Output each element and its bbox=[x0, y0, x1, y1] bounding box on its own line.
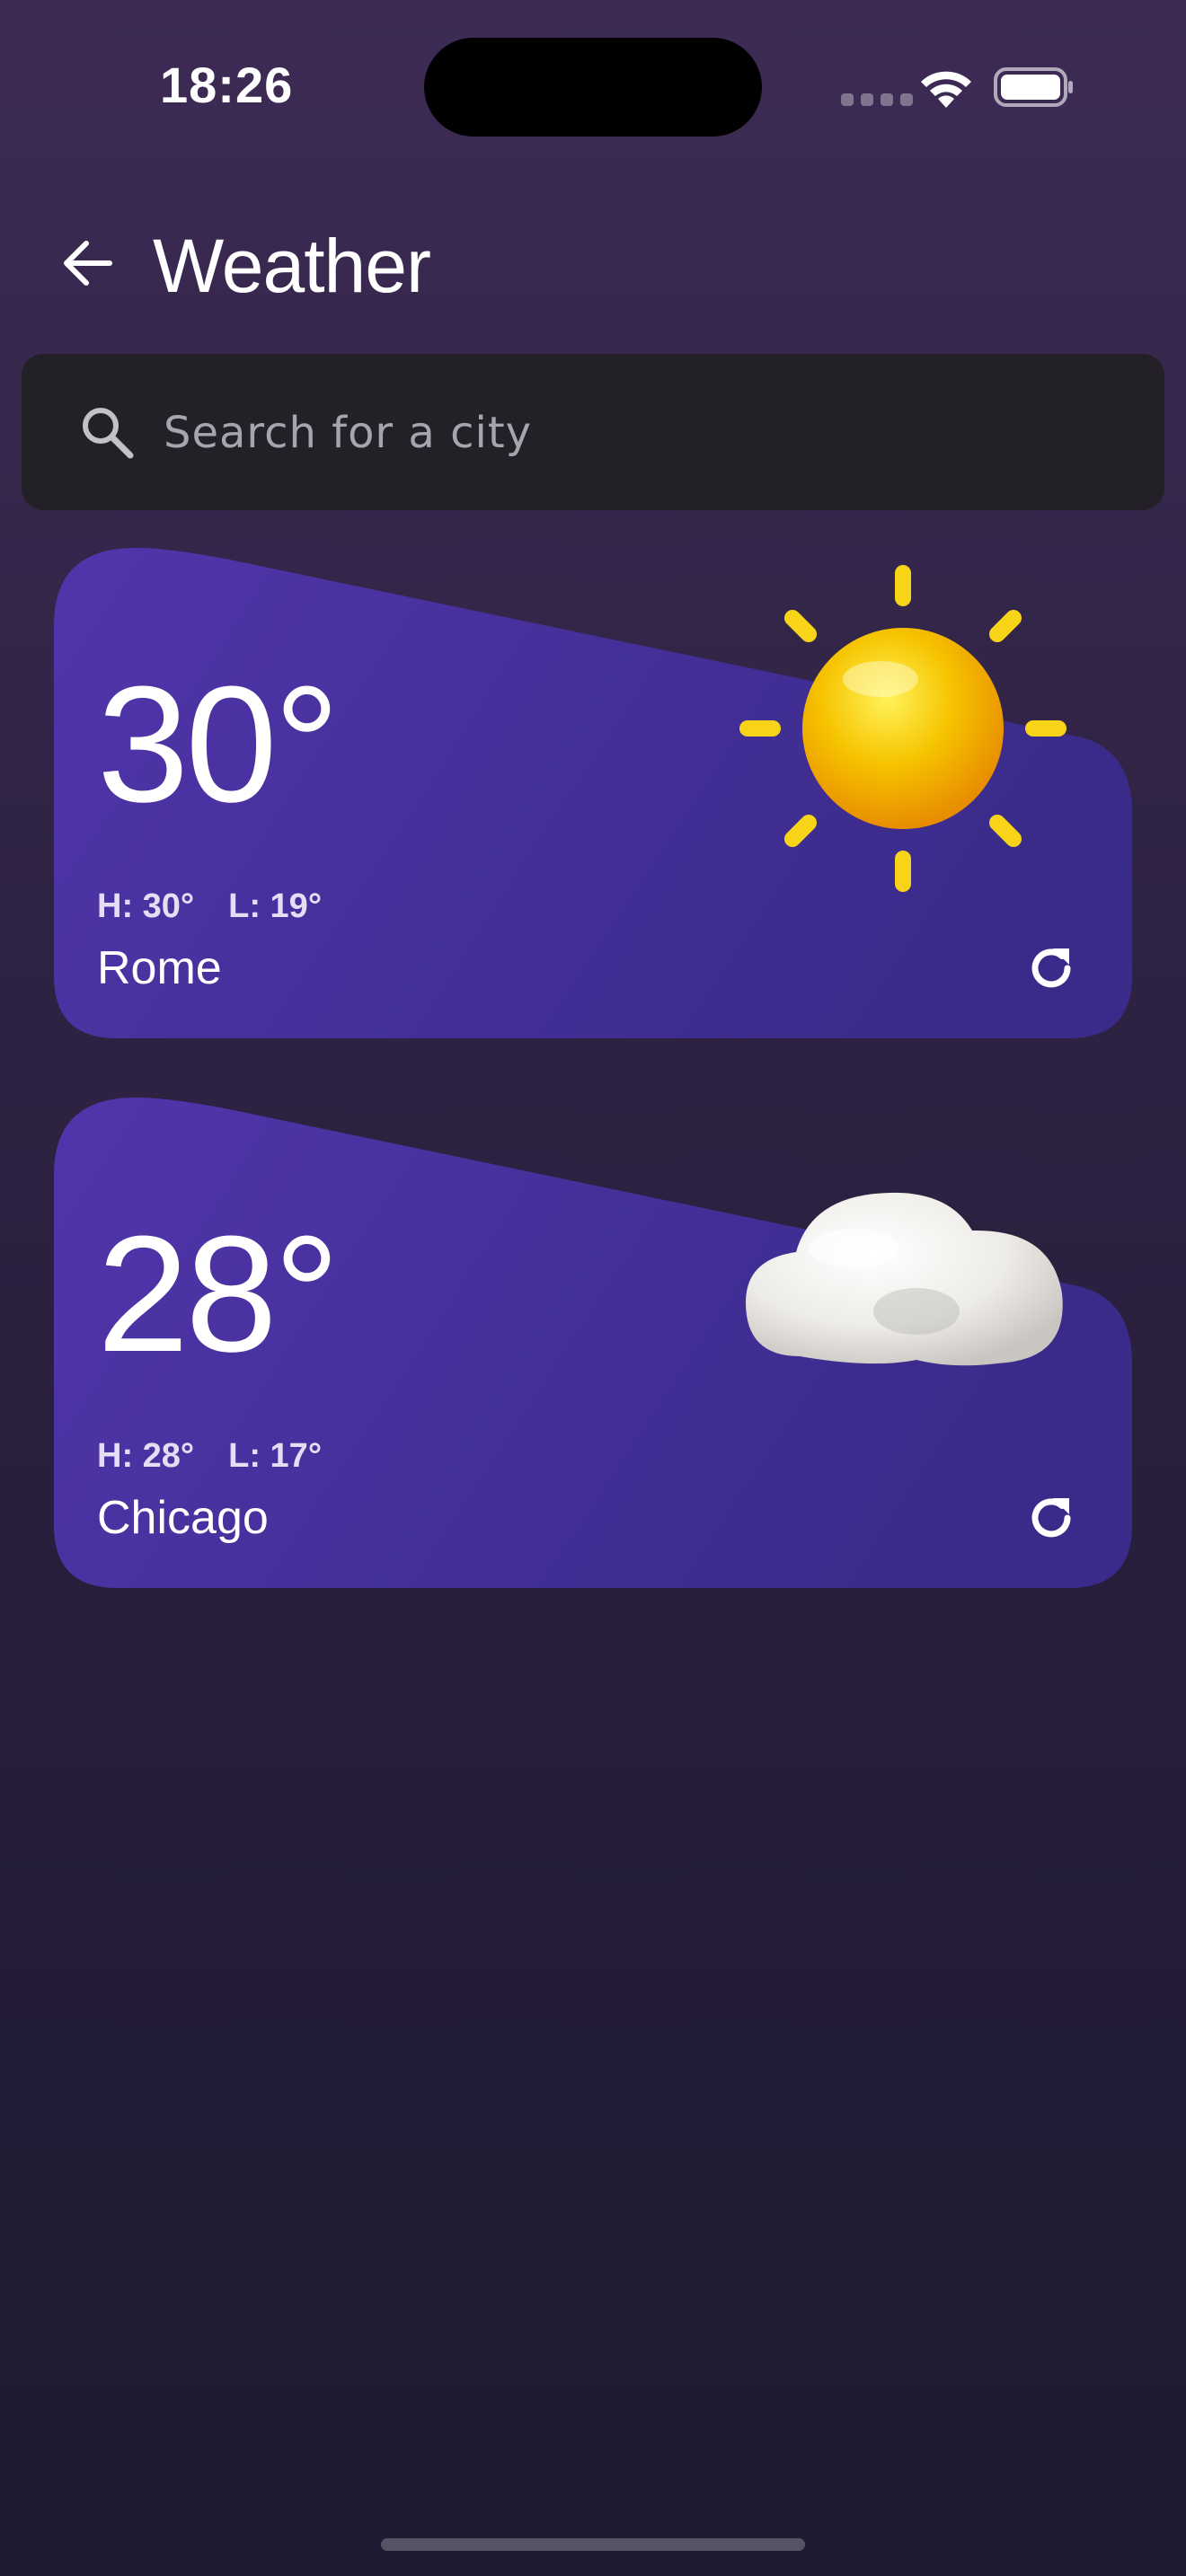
refresh-icon[interactable] bbox=[1022, 940, 1080, 997]
weather-card[interactable]: 30° H: 30° L: 19° Rome bbox=[54, 544, 1132, 1047]
search-icon bbox=[83, 408, 134, 459]
low-temperature: L: 19° bbox=[228, 887, 323, 925]
high-temperature: H: 28° bbox=[97, 1437, 195, 1475]
city-name: Rome bbox=[97, 942, 222, 994]
page-title: Weather bbox=[153, 224, 431, 308]
cloud-icon bbox=[746, 1192, 1063, 1366]
low-temperature: L: 17° bbox=[228, 1437, 323, 1475]
back-arrow-icon[interactable] bbox=[56, 232, 119, 295]
weather-card[interactable]: 28° H: 28° L: 17° Chicago bbox=[54, 1094, 1132, 1597]
temperature: 30° bbox=[97, 651, 340, 836]
dynamic-island bbox=[424, 38, 762, 137]
status-time: 18:26 bbox=[160, 57, 294, 113]
search-bar[interactable] bbox=[22, 354, 1164, 510]
sun-icon bbox=[739, 565, 1067, 892]
temperature: 28° bbox=[97, 1201, 340, 1386]
search-input[interactable] bbox=[162, 392, 1118, 474]
battery-icon bbox=[994, 67, 1073, 107]
home-indicator[interactable] bbox=[381, 2538, 805, 2551]
city-name: Chicago bbox=[97, 1492, 269, 1544]
high-temperature: H: 30° bbox=[97, 887, 195, 925]
wifi-icon bbox=[921, 71, 971, 108]
refresh-icon[interactable] bbox=[1022, 1489, 1080, 1547]
cellular-signal-icon bbox=[841, 93, 913, 106]
